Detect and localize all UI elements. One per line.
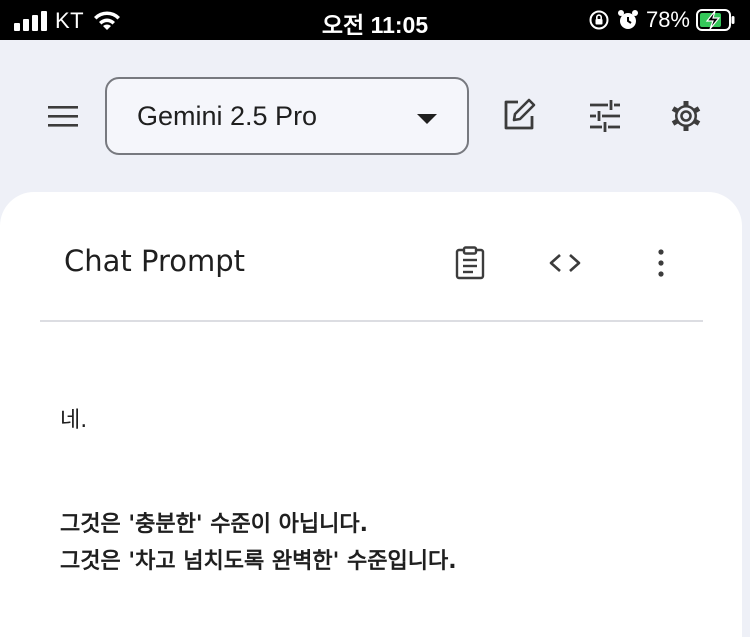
settings-icon[interactable] xyxy=(668,98,704,134)
chevron-down-icon xyxy=(417,114,437,124)
message-line-bold: 그것은 '차고 넘치도록 완벽한' 수준입니다. xyxy=(60,549,457,574)
message-line: 네. xyxy=(60,408,88,433)
chat-card: Chat Prompt 네. 그것은 '충분한' 수준이 아닙니다. 그것은 '… xyxy=(0,192,742,637)
status-bar: KT 오전 11:05 78% xyxy=(0,0,750,40)
clipboard-icon[interactable] xyxy=(453,246,487,280)
alarm-icon xyxy=(617,10,638,29)
model-name: Gemini 2.5 Pro xyxy=(137,101,318,131)
divider xyxy=(40,320,703,322)
battery-charging-icon xyxy=(696,9,735,31)
code-icon[interactable] xyxy=(548,246,582,280)
orientation-lock-icon xyxy=(589,10,609,30)
card-title: Chat Prompt xyxy=(64,244,246,278)
tune-icon[interactable] xyxy=(587,98,623,134)
more-vert-icon[interactable] xyxy=(644,246,678,280)
model-selector[interactable]: Gemini 2.5 Pro xyxy=(105,77,469,155)
message-line-bold: 그것은 '충분한' 수준이 아닙니다. xyxy=(60,512,368,537)
status-right: 78% xyxy=(588,7,736,33)
menu-icon[interactable] xyxy=(48,106,80,128)
battery-percent: 78% xyxy=(645,7,690,32)
edit-icon[interactable] xyxy=(501,97,537,133)
